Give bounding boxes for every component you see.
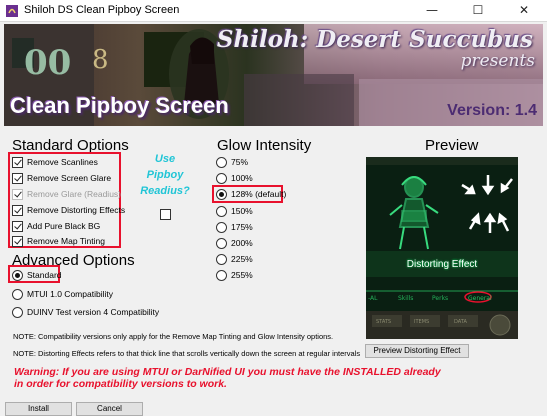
banner-title: Clean Pipboy Screen (10, 93, 229, 118)
checkbox-label: Remove Scanlines (27, 157, 98, 167)
radio-glow-225[interactable]: 225% (216, 252, 253, 266)
radio-advanced-standard[interactable]: Standard (12, 268, 62, 282)
radio-glow-255[interactable]: 255% (216, 268, 253, 282)
readius-line-2: Pipboy (146, 169, 184, 181)
warning-line-1: Warning: If you are using MTUI or DarNif… (14, 366, 441, 378)
radio-button[interactable] (12, 269, 23, 281)
radio-label: 255% (231, 270, 253, 280)
checkbox-use-pipboy-readius[interactable] (160, 207, 175, 221)
preview-heading: Preview (425, 137, 479, 154)
checkbox-label: Remove Glare (Readius) (27, 189, 122, 199)
checkbox-box[interactable] (160, 208, 171, 220)
radio-button[interactable] (216, 221, 227, 233)
checkbox-box[interactable] (12, 172, 23, 184)
radio-label: 100% (231, 173, 253, 183)
radio-button[interactable] (216, 172, 227, 184)
checkbox-remove-map-tinting[interactable]: Remove Map Tinting (12, 234, 105, 248)
radio-button[interactable] (216, 253, 227, 265)
maximize-button[interactable]: ☐ (455, 0, 501, 22)
radio-button[interactable] (12, 306, 23, 318)
pipboy-preview-artwork: -AL Skills Perks General STATS ITEMS DAT… (366, 157, 518, 339)
svg-text:ITEMS: ITEMS (414, 319, 429, 325)
checkbox-box[interactable] (12, 156, 23, 168)
svg-text:STATS: STATS (376, 319, 391, 325)
banner-headline: Shiloh: Desert Succubus (216, 26, 533, 53)
checkbox-box[interactable] (12, 220, 23, 232)
banner-image: 00 8 Shiloh: Desert Succubus presents Cl… (4, 24, 543, 126)
checkbox-label: Remove Map Tinting (27, 236, 105, 246)
use-pipboy-readius-label: Use Pipboy Readius? (137, 151, 193, 199)
radio-button[interactable] (216, 188, 227, 200)
preview-distorting-effect-button[interactable]: Preview Distorting Effect (365, 344, 469, 358)
radio-glow-200[interactable]: 200% (216, 236, 253, 250)
compatibility-warning: Warning: If you are using MTUI or DarNif… (14, 366, 494, 390)
radio-glow-128[interactable]: 128% (default) (216, 187, 286, 201)
radio-label: 200% (231, 238, 253, 248)
radio-button[interactable] (216, 269, 227, 281)
radio-glow-150[interactable]: 150% (216, 204, 253, 218)
preview-caption: Distorting Effect (406, 259, 478, 270)
svg-text:-AL: -AL (368, 295, 378, 302)
checkbox-remove-screen-glare[interactable]: Remove Screen Glare (12, 171, 111, 185)
preview-tab-skills: Skills (398, 295, 413, 302)
checkbox-label: Add Pure Black BG (27, 221, 101, 231)
checkbox-box[interactable] (12, 204, 23, 216)
radio-glow-175[interactable]: 175% (216, 220, 253, 234)
preview-tab-general: General (468, 295, 492, 302)
readius-line-1: Use (154, 153, 176, 165)
radio-advanced-duinv[interactable]: DUINV Test version 4 Compatibility (12, 305, 159, 319)
svg-text:DATA: DATA (454, 319, 467, 325)
radio-glow-100[interactable]: 100% (216, 171, 253, 185)
banner-presents: presents (460, 51, 535, 71)
radio-label: 128% (default) (231, 189, 287, 199)
title-bar: Shiloh DS Clean Pipboy Screen — ☐ ✕ (0, 0, 547, 22)
banner-version: Version: 1.4 (447, 102, 537, 119)
minimize-button[interactable]: — (409, 0, 455, 22)
radio-button[interactable] (216, 237, 227, 249)
svg-text:8: 8 (92, 45, 109, 75)
glow-intensity-heading: Glow Intensity (217, 137, 312, 154)
checkbox-label: Remove Screen Glare (27, 173, 112, 183)
checkbox-label: Remove Distorting Effects (27, 205, 126, 215)
checkbox-remove-scanlines[interactable]: Remove Scanlines (12, 155, 98, 169)
checkbox-box[interactable] (12, 235, 23, 247)
window-title: Shiloh DS Clean Pipboy Screen (24, 4, 180, 16)
checkbox-add-pure-black-bg[interactable]: Add Pure Black BG (12, 219, 100, 233)
preview-image: -AL Skills Perks General STATS ITEMS DAT… (366, 157, 518, 339)
svg-text:00: 00 (24, 43, 71, 83)
radio-label: DUINV Test version 4 Compatibility (27, 307, 160, 317)
note-compatibility: NOTE: Compatibility versions only apply … (13, 332, 334, 341)
app-icon (6, 5, 18, 17)
radio-label: Standard (27, 270, 62, 280)
radio-glow-75[interactable]: 75% (216, 155, 248, 169)
checkbox-box (12, 188, 23, 200)
preview-tab-perks: Perks (432, 295, 448, 302)
checkbox-remove-distorting-effects[interactable]: Remove Distorting Effects (12, 203, 125, 217)
warning-line-2: in order for compatibility versions to w… (14, 378, 227, 390)
note-distorting: NOTE: Distorting Effects refers to that … (13, 349, 361, 358)
checkbox-remove-glare-readius: Remove Glare (Readius) (12, 187, 121, 201)
radio-label: 75% (231, 157, 249, 167)
radio-label: 175% (231, 222, 253, 232)
radio-label: 150% (231, 206, 253, 216)
radio-button[interactable] (216, 156, 227, 168)
radio-advanced-mtui[interactable]: MTUI 1.0 Compatibility (12, 287, 113, 301)
radio-button[interactable] (12, 288, 23, 300)
radio-label: MTUI 1.0 Compatibility (27, 289, 113, 299)
close-button[interactable]: ✕ (501, 0, 547, 22)
readius-line-3: Readius? (140, 185, 190, 197)
radio-label: 225% (231, 254, 253, 264)
radio-button[interactable] (216, 205, 227, 217)
